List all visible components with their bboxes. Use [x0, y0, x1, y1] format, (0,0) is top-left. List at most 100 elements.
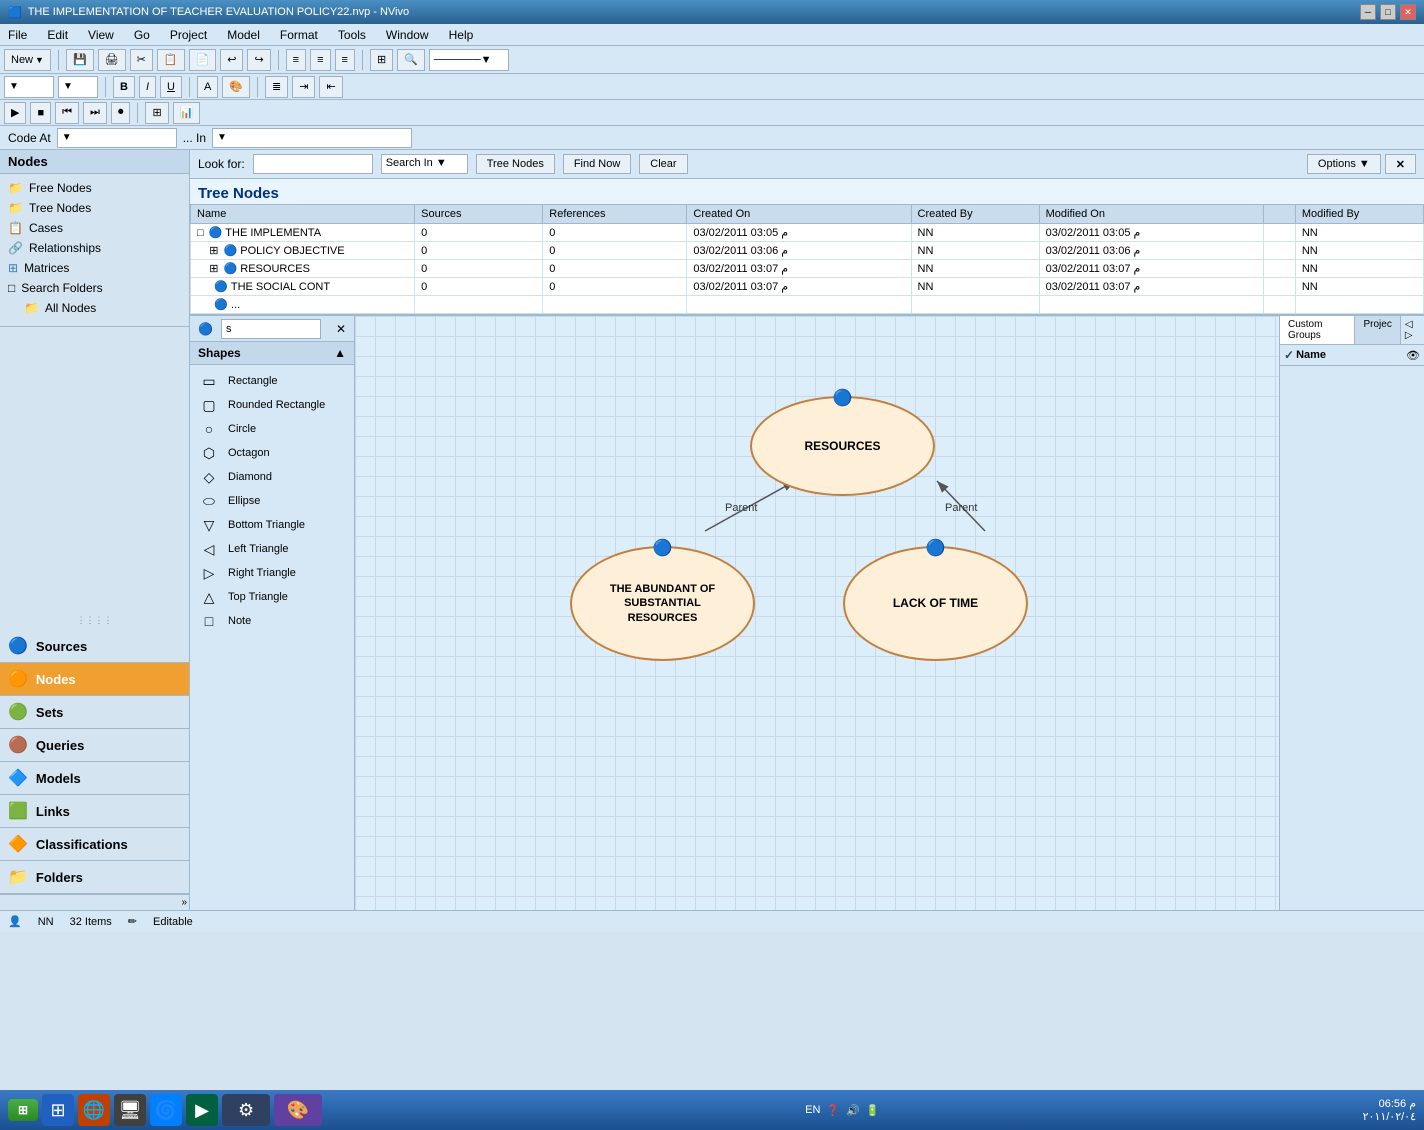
align-left-button[interactable]: ≡: [286, 49, 306, 71]
next-button[interactable]: ⏭: [83, 102, 107, 124]
options-btn[interactable]: Options ▼: [1307, 154, 1381, 174]
start-button[interactable]: ⊞: [8, 1099, 38, 1121]
cut-button[interactable]: ✂: [130, 49, 153, 71]
right-panel-expand-btn[interactable]: ◁ ▷: [1401, 316, 1424, 344]
shape-item-diamond[interactable]: ◇ Diamond: [190, 465, 354, 489]
zoom-button[interactable]: 🔍: [397, 49, 425, 71]
col-modified-on[interactable]: Modified On: [1039, 205, 1263, 224]
sidebar-nav-folders[interactable]: 📁 Folders: [0, 861, 189, 894]
shapes-collapse-icon[interactable]: ▲: [334, 346, 346, 360]
menu-window[interactable]: Window: [382, 26, 433, 44]
fill-color-button[interactable]: 🎨: [222, 76, 250, 98]
sidebar-item-cases[interactable]: 📋 Cases: [0, 218, 189, 238]
table-row[interactable]: □ 🔵 THE IMPLEMENTA 0 0 03/02/2011 03:05 …: [191, 224, 1424, 242]
menu-project[interactable]: Project: [166, 26, 211, 44]
table-button[interactable]: ⊞: [145, 102, 168, 124]
sidebar-collapse-btn[interactable]: »: [0, 894, 189, 910]
menu-go[interactable]: Go: [130, 26, 154, 44]
menu-edit[interactable]: Edit: [43, 26, 72, 44]
redo-button[interactable]: ↪: [247, 49, 270, 71]
col-name[interactable]: Name: [191, 205, 415, 224]
maximize-button[interactable]: □: [1380, 4, 1396, 20]
tree-nodes-filter-btn[interactable]: Tree Nodes: [476, 154, 555, 174]
taskbar-app-5[interactable]: ▶: [186, 1094, 218, 1126]
record-button[interactable]: ⏺: [111, 102, 131, 124]
align-center-button[interactable]: ≡: [310, 49, 330, 71]
shape-item-top-triangle[interactable]: △ Top Triangle: [190, 585, 354, 609]
sidebar-item-free-nodes[interactable]: 📁 Free Nodes: [0, 178, 189, 198]
node-lacktime[interactable]: 🔵 LACK OF TIME: [843, 546, 1028, 661]
play-button[interactable]: ▶: [4, 102, 26, 124]
grid-button[interactable]: ⊞: [370, 49, 393, 71]
clear-btn[interactable]: Clear: [639, 154, 687, 174]
find-now-btn[interactable]: Find Now: [563, 154, 631, 174]
paste-button[interactable]: 📄: [189, 49, 217, 71]
menu-format[interactable]: Format: [276, 26, 322, 44]
col-created-by[interactable]: Created By: [911, 205, 1039, 224]
taskbar-app-1[interactable]: ⊞: [42, 1094, 74, 1126]
text-color-button[interactable]: A: [197, 76, 218, 98]
sidebar-item-tree-nodes[interactable]: 📁 Tree Nodes: [0, 198, 189, 218]
taskbar-app-7[interactable]: 🎨: [274, 1094, 322, 1126]
title-bar-controls[interactable]: ─ □ ✕: [1360, 4, 1416, 20]
search-in-dropdown[interactable]: Search In ▼: [381, 154, 468, 174]
list-button[interactable]: ≣: [265, 76, 288, 98]
undo-button[interactable]: ↩: [220, 49, 243, 71]
col-modified-by[interactable]: Modified By: [1295, 205, 1423, 224]
sidebar-item-relationships[interactable]: 🔗 Relationships: [0, 238, 189, 258]
font-size-dropdown[interactable]: ▼: [58, 76, 98, 98]
indent-button[interactable]: ⇥: [292, 76, 315, 98]
col-created-on[interactable]: Created On: [687, 205, 911, 224]
sidebar-nav-links[interactable]: 🟩 Links: [0, 795, 189, 828]
print-button[interactable]: 🖨: [98, 49, 126, 71]
shape-item-rounded[interactable]: ▢ Rounded Rectangle: [190, 393, 354, 417]
taskbar-app-2[interactable]: 🌐: [78, 1094, 110, 1126]
sidebar-nav-classifications[interactable]: 🔶 Classifications: [0, 828, 189, 861]
shape-item-left-triangle[interactable]: ◁ Left Triangle: [190, 537, 354, 561]
shape-item-bottom-triangle[interactable]: ▽ Bottom Triangle: [190, 513, 354, 537]
sidebar-nav-sets[interactable]: 🟢 Sets: [0, 696, 189, 729]
diagram-close-btn[interactable]: ✕: [336, 322, 346, 336]
taskbar-app-4[interactable]: 🌀: [150, 1094, 182, 1126]
sidebar-item-matrices[interactable]: ⊞ Matrices: [0, 258, 189, 278]
table-row[interactable]: ⊞ 🔵 RESOURCES 0 0 03/02/2011 03:07 م NN …: [191, 260, 1424, 278]
diagram-title-input[interactable]: [221, 319, 321, 339]
bold-button[interactable]: B: [113, 76, 135, 98]
shape-item-note[interactable]: □ Note: [190, 609, 354, 633]
table-row[interactable]: 🔵 ...: [191, 296, 1424, 314]
copy-button[interactable]: 📋: [157, 49, 185, 71]
zoom-dropdown[interactable]: ──────▼: [429, 49, 509, 71]
new-button[interactable]: New ▼: [4, 49, 51, 71]
nodes-close-btn[interactable]: ✕: [1385, 154, 1416, 174]
table-row[interactable]: 🔵 THE SOCIAL CONT 0 0 03/02/2011 03:07 م…: [191, 278, 1424, 296]
col-sort-arrow[interactable]: [1263, 205, 1295, 224]
align-right-button[interactable]: ≡: [335, 49, 355, 71]
taskbar-app-3[interactable]: 🖥: [114, 1094, 146, 1126]
nodes-table-container[interactable]: Name Sources References Created On Creat…: [190, 204, 1424, 314]
node-resources[interactable]: 🔵 RESOURCES: [750, 396, 935, 496]
codeat-in-dropdown[interactable]: ▼: [212, 128, 412, 148]
tab-project[interactable]: Projec: [1355, 316, 1400, 344]
resize-handle[interactable]: ⋮⋮⋮⋮: [0, 611, 189, 630]
node-abundant[interactable]: 🔵 THE ABUNDANT OFSUBSTANTIALRESOURCES: [570, 546, 755, 661]
sidebar-nav-nodes[interactable]: 🟠 Nodes: [0, 663, 189, 696]
stop-button[interactable]: ■: [30, 102, 51, 124]
codeat-dropdown[interactable]: ▼: [57, 128, 177, 148]
sidebar-nav-sources[interactable]: 🔵 Sources: [0, 630, 189, 663]
font-family-dropdown[interactable]: ▼: [4, 76, 54, 98]
sidebar-nav-queries[interactable]: 🟤 Queries: [0, 729, 189, 762]
menu-help[interactable]: Help: [445, 26, 478, 44]
menu-model[interactable]: Model: [223, 26, 264, 44]
italic-button[interactable]: I: [139, 76, 156, 98]
tab-custom-groups[interactable]: Custom Groups: [1280, 316, 1355, 344]
col-sources[interactable]: Sources: [415, 205, 543, 224]
sidebar-item-all-nodes[interactable]: 📁 All Nodes: [0, 298, 189, 318]
sidebar-item-search-folders[interactable]: □ Search Folders: [0, 278, 189, 298]
shape-item-square[interactable]: ▭ Rectangle: [190, 369, 354, 393]
table-row[interactable]: ⊞ 🔵 POLICY OBJECTIVE 0 0 03/02/2011 03:0…: [191, 242, 1424, 260]
canvas-area[interactable]: Parent Parent 🔵 RESOURCES 🔵 THE ABUNDANT…: [355, 316, 1279, 910]
chart-button[interactable]: 📊: [173, 102, 201, 124]
menu-tools[interactable]: Tools: [334, 26, 370, 44]
prev-button[interactable]: ⏮: [55, 102, 79, 124]
col-references[interactable]: References: [543, 205, 687, 224]
